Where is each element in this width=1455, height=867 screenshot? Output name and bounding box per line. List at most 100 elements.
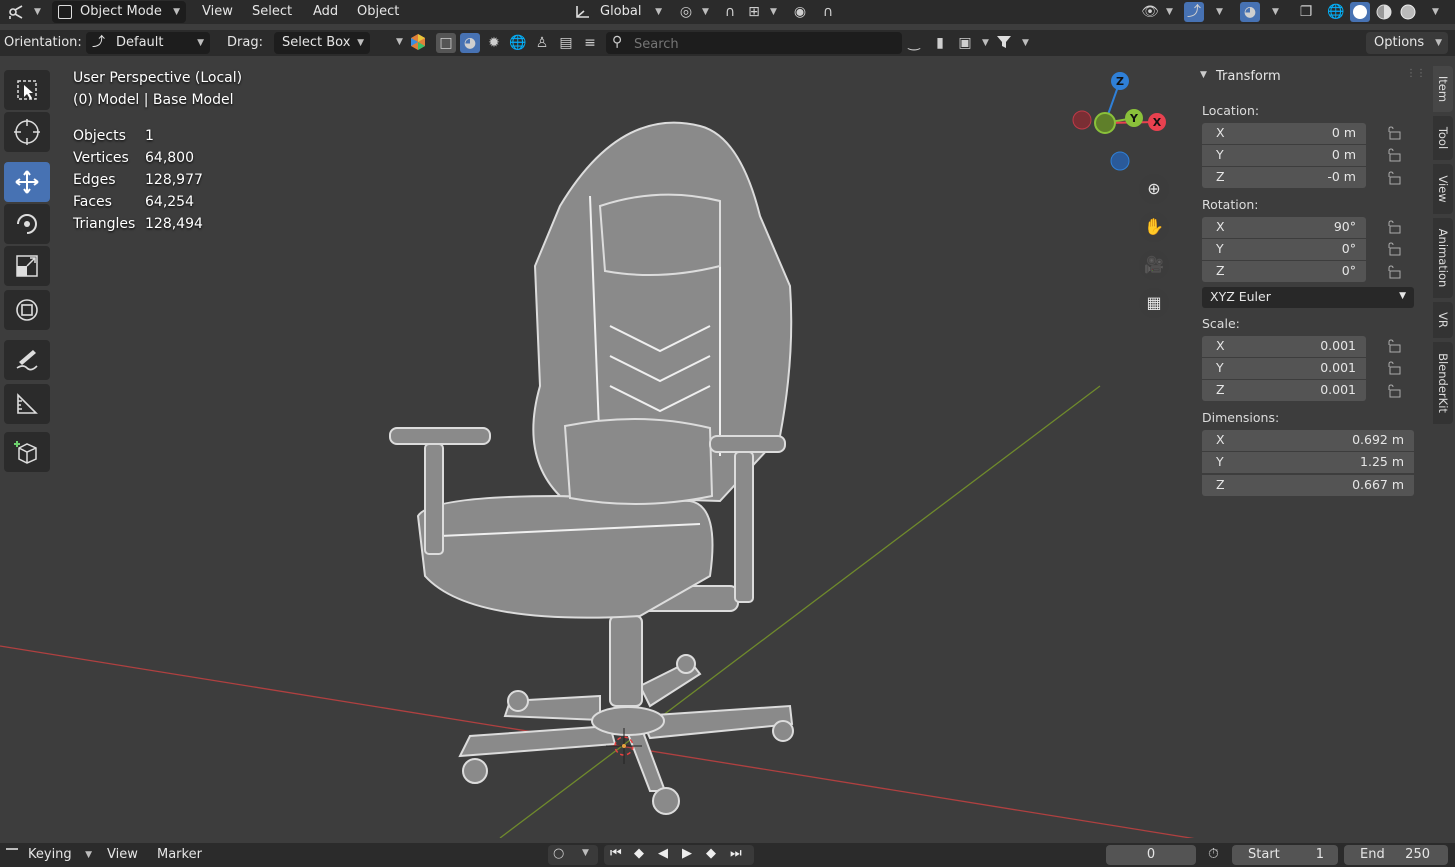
tab-blenderkit[interactable]: BlenderKit	[1433, 342, 1453, 424]
scale-z-field[interactable]: Z 0.001	[1202, 380, 1366, 401]
annotate-tool[interactable]	[4, 340, 50, 380]
options-dropdown[interactable]: Options ▼	[1366, 32, 1448, 54]
drag-handle-icon[interactable]: ⋮⋮	[1406, 68, 1426, 79]
lock-icon[interactable]	[1385, 384, 1401, 398]
color-wheel-icon[interactable]	[408, 33, 428, 53]
stat-label: Vertices	[73, 150, 129, 166]
zoom-icon[interactable]: ⊕	[1139, 174, 1169, 204]
jump-start-icon[interactable]: ⏮	[610, 846, 622, 861]
jump-end-icon[interactable]: ⏭	[730, 846, 742, 861]
lock-icon[interactable]	[1385, 171, 1401, 185]
camera-icon[interactable]: 🎥	[1139, 250, 1169, 280]
transform-tool[interactable]	[4, 290, 50, 330]
transform-title[interactable]: Transform	[1216, 69, 1281, 84]
menu-select[interactable]: Select	[252, 0, 292, 24]
lock-icon[interactable]	[1385, 220, 1401, 234]
shading-solid-toggle-icon[interactable]: ◕	[460, 33, 480, 53]
scale-y-field[interactable]: Y 0.001	[1202, 358, 1366, 379]
measure-tool[interactable]	[4, 384, 50, 424]
current-frame-field[interactable]: 0	[1106, 845, 1196, 865]
pivot-point-icon[interactable]: ◎	[676, 2, 696, 22]
stack-icon[interactable]: ≡	[580, 33, 600, 53]
tab-tool[interactable]: Tool	[1433, 116, 1453, 160]
keying-dropdown[interactable]: Keying ▼	[20, 844, 96, 866]
location-z-value: -0 m	[1327, 169, 1356, 184]
play-icon[interactable]: ▶	[682, 846, 692, 861]
xray-icon[interactable]: ❐	[1296, 2, 1316, 22]
gizmo-toggle-icon[interactable]: ⤴	[1184, 2, 1204, 22]
move-tool[interactable]	[4, 162, 50, 202]
solid-shading-icon[interactable]	[1350, 2, 1370, 22]
timeline-marker-menu[interactable]: Marker	[157, 843, 202, 867]
transform-orientation-dropdown[interactable]: Global ▼	[570, 1, 666, 23]
orientation-dropdown[interactable]: ⤴ Default ▼	[86, 32, 210, 54]
play-reverse-icon[interactable]: ◀	[658, 846, 668, 861]
stopwatch-icon[interactable]: ⏱	[1208, 846, 1219, 862]
snap-icon[interactable]: ∩	[720, 2, 740, 22]
axis-gizmo[interactable]: Z Y X	[1068, 66, 1174, 172]
menu-object[interactable]: Object	[357, 0, 399, 24]
dimensions-z-field[interactable]: Z 0.667 m	[1202, 475, 1414, 496]
location-x-field[interactable]: X 0 m	[1202, 123, 1366, 144]
menu-view[interactable]: View	[202, 0, 233, 24]
lock-icon[interactable]	[1385, 148, 1401, 162]
filter-icon[interactable]	[994, 33, 1014, 53]
rotation-mode-value: XYZ Euler	[1210, 289, 1271, 304]
location-y-field[interactable]: Y 0 m	[1202, 145, 1366, 166]
lock-icon[interactable]	[1385, 242, 1401, 256]
select-box-tool[interactable]	[4, 70, 50, 110]
tab-animation[interactable]: Animation	[1433, 218, 1453, 298]
falloff-icon[interactable]: ∩	[818, 2, 838, 22]
rotation-x-field[interactable]: X 90°	[1202, 217, 1366, 238]
lock-icon[interactable]	[1385, 126, 1401, 140]
collection-icon[interactable]: ▣	[955, 33, 975, 53]
select-mode-icon[interactable]: □	[436, 33, 456, 53]
lock-icon[interactable]	[1385, 265, 1401, 279]
rotation-y-field[interactable]: Y 0°	[1202, 239, 1366, 260]
overlays-icon[interactable]: ◕	[1240, 2, 1260, 22]
rotation-z-field[interactable]: Z 0°	[1202, 261, 1366, 282]
tab-view[interactable]: View	[1433, 164, 1453, 214]
mode-dropdown[interactable]: Object Mode ▼	[52, 1, 186, 23]
panel-collapse-icon[interactable]: ▼	[1200, 70, 1207, 80]
start-frame-field[interactable]: Start 1	[1232, 845, 1338, 865]
scale-tool[interactable]	[4, 246, 50, 286]
wireframe-shading-icon[interactable]: 🌐	[1326, 2, 1346, 22]
curve-icon[interactable]: ‿	[904, 33, 924, 53]
proportional-edit-icon[interactable]: ◉	[790, 2, 810, 22]
rendered-shading-icon[interactable]	[1398, 2, 1418, 22]
editor-type-icon[interactable]	[6, 2, 26, 22]
bookmark-icon[interactable]: ▮	[930, 33, 950, 53]
grid-perspective-icon[interactable]: ▦	[1139, 288, 1169, 318]
layers-icon[interactable]: ▤	[556, 33, 576, 53]
search-field[interactable]: ⚲	[606, 32, 902, 54]
jump-keyframe-forward-icon[interactable]: ◆	[706, 846, 716, 861]
dimensions-x-field[interactable]: X 0.692 m	[1202, 430, 1414, 451]
menu-add[interactable]: Add	[313, 0, 338, 24]
tab-item[interactable]: Item	[1433, 66, 1453, 112]
lock-icon[interactable]	[1385, 361, 1401, 375]
search-input[interactable]	[632, 34, 898, 54]
person-icon[interactable]: ♙	[532, 33, 552, 53]
jump-keyframe-back-icon[interactable]: ◆	[634, 846, 644, 861]
end-frame-field[interactable]: End 250	[1344, 845, 1448, 865]
tab-vr[interactable]: VR	[1433, 302, 1453, 338]
scale-x-field[interactable]: X 0.001	[1202, 336, 1366, 357]
snap-target-icon[interactable]: ⊞	[744, 2, 764, 22]
pan-hand-icon[interactable]: ✋	[1139, 212, 1169, 242]
drag-dropdown[interactable]: Select Box ▼	[274, 32, 370, 54]
cavity-icon[interactable]: ✹	[484, 33, 504, 53]
material-shading-icon[interactable]	[1374, 2, 1394, 22]
auto-keying-toggle[interactable]: ○ ▼	[548, 845, 598, 865]
dimensions-y-field[interactable]: Y 1.25 m	[1202, 452, 1414, 473]
add-cube-tool[interactable]	[4, 432, 50, 472]
timeline-view-menu[interactable]: View	[107, 843, 138, 867]
rotation-mode-dropdown[interactable]: XYZ Euler ▼	[1202, 287, 1414, 308]
rotate-tool[interactable]	[4, 204, 50, 244]
visibility-eye-icon[interactable]: 👁	[1140, 2, 1160, 22]
cursor-tool[interactable]	[4, 112, 50, 152]
location-z-field[interactable]: Z -0 m	[1202, 167, 1366, 188]
world-icon[interactable]: 🌐	[508, 33, 528, 53]
timeline-editor-icon[interactable]	[6, 848, 18, 850]
lock-icon[interactable]	[1385, 339, 1401, 353]
